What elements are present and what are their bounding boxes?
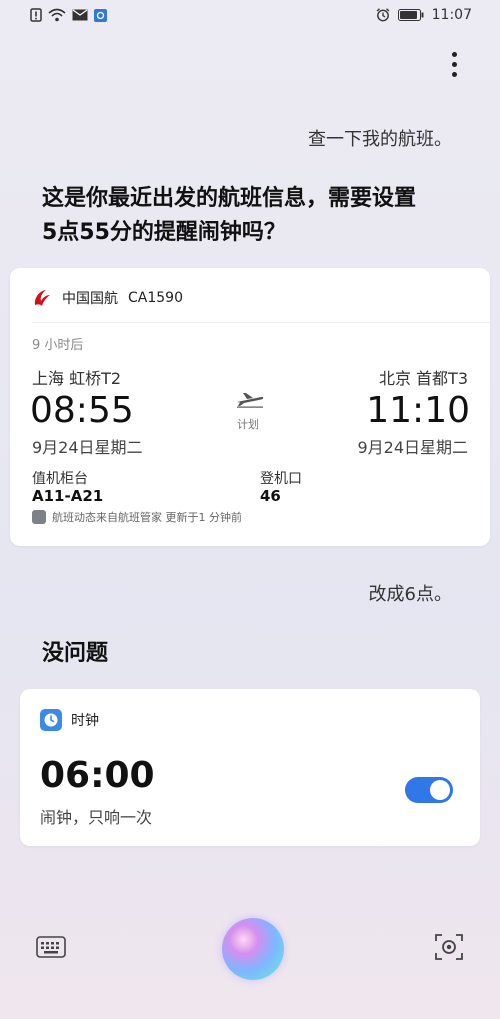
checkin-counter-label: 值机柜台 xyxy=(32,471,88,487)
airline-name: 中国国航 xyxy=(62,291,118,307)
flight-header: 中国国航 CA1590 xyxy=(32,288,183,308)
keyboard-icon[interactable] xyxy=(36,934,66,960)
app-icon xyxy=(94,8,107,22)
flight-eta: 9 小时后 xyxy=(32,338,84,353)
flight-manager-icon xyxy=(32,510,46,524)
more-icon[interactable] xyxy=(447,52,461,82)
battery-icon xyxy=(397,9,424,21)
alarm-card[interactable]: 时钟 06:00 闹钟，只响一次 xyxy=(20,689,480,846)
status-icons-left xyxy=(30,8,107,22)
gate-label: 登机口 xyxy=(260,471,302,487)
alarm-toggle[interactable] xyxy=(405,777,453,803)
checkin-counter-value: A11-A21 xyxy=(32,487,104,505)
mail-icon xyxy=(72,9,88,21)
arrival-date: 9月24日星期二 xyxy=(357,438,468,457)
gate-value: 46 xyxy=(260,487,281,505)
clock-app-name: 时钟 xyxy=(71,713,99,729)
air-china-logo-icon xyxy=(34,290,50,306)
source-note: 航班动态来自航班管家 更新于1 分钟前 xyxy=(32,509,242,525)
alarm-description: 闹钟，只响一次 xyxy=(40,808,153,827)
flight-number: CA1590 xyxy=(128,290,183,306)
departure-date: 9月24日星期二 xyxy=(32,438,143,457)
departure-time: 08:55 xyxy=(30,390,134,431)
user-query-2: 改成6点。 xyxy=(368,584,452,605)
alarm-header: 时钟 xyxy=(40,709,99,731)
alert-icon xyxy=(30,8,42,22)
user-query-1: 查一下我的航班。 xyxy=(308,129,452,150)
status-icons-right: 11:07 xyxy=(376,7,472,23)
lens-icon[interactable] xyxy=(434,932,464,962)
voice-assistant-orb[interactable] xyxy=(222,918,284,980)
divider xyxy=(32,322,490,323)
assistant-reply-1: 这是你最近出发的航班信息，需要设置5点55分的提醒闹钟吗？ xyxy=(42,186,417,245)
arrival-time: 11:10 xyxy=(366,390,470,431)
alarm-icon xyxy=(376,8,390,22)
clock-app-icon xyxy=(40,709,62,731)
status-bar: 11:07 xyxy=(0,0,500,32)
flight-status: 计划 xyxy=(237,418,259,431)
status-time: 11:07 xyxy=(431,7,472,23)
toggle-knob xyxy=(430,780,450,800)
flight-card[interactable]: 中国国航 CA1590 9 小时后 上海 虹桥T2 北京 首都T3 08:55 … xyxy=(10,268,490,546)
arrival-city: 北京 首都T3 xyxy=(378,369,468,388)
wifi-icon xyxy=(48,8,66,22)
alarm-time: 06:00 xyxy=(40,755,155,796)
departure-city: 上海 虹桥T2 xyxy=(32,369,122,388)
assistant-reply-2: 没问题 xyxy=(42,641,109,666)
plane-icon xyxy=(237,393,264,408)
source-note-text: 航班动态来自航班管家 更新于1 分钟前 xyxy=(52,511,242,524)
